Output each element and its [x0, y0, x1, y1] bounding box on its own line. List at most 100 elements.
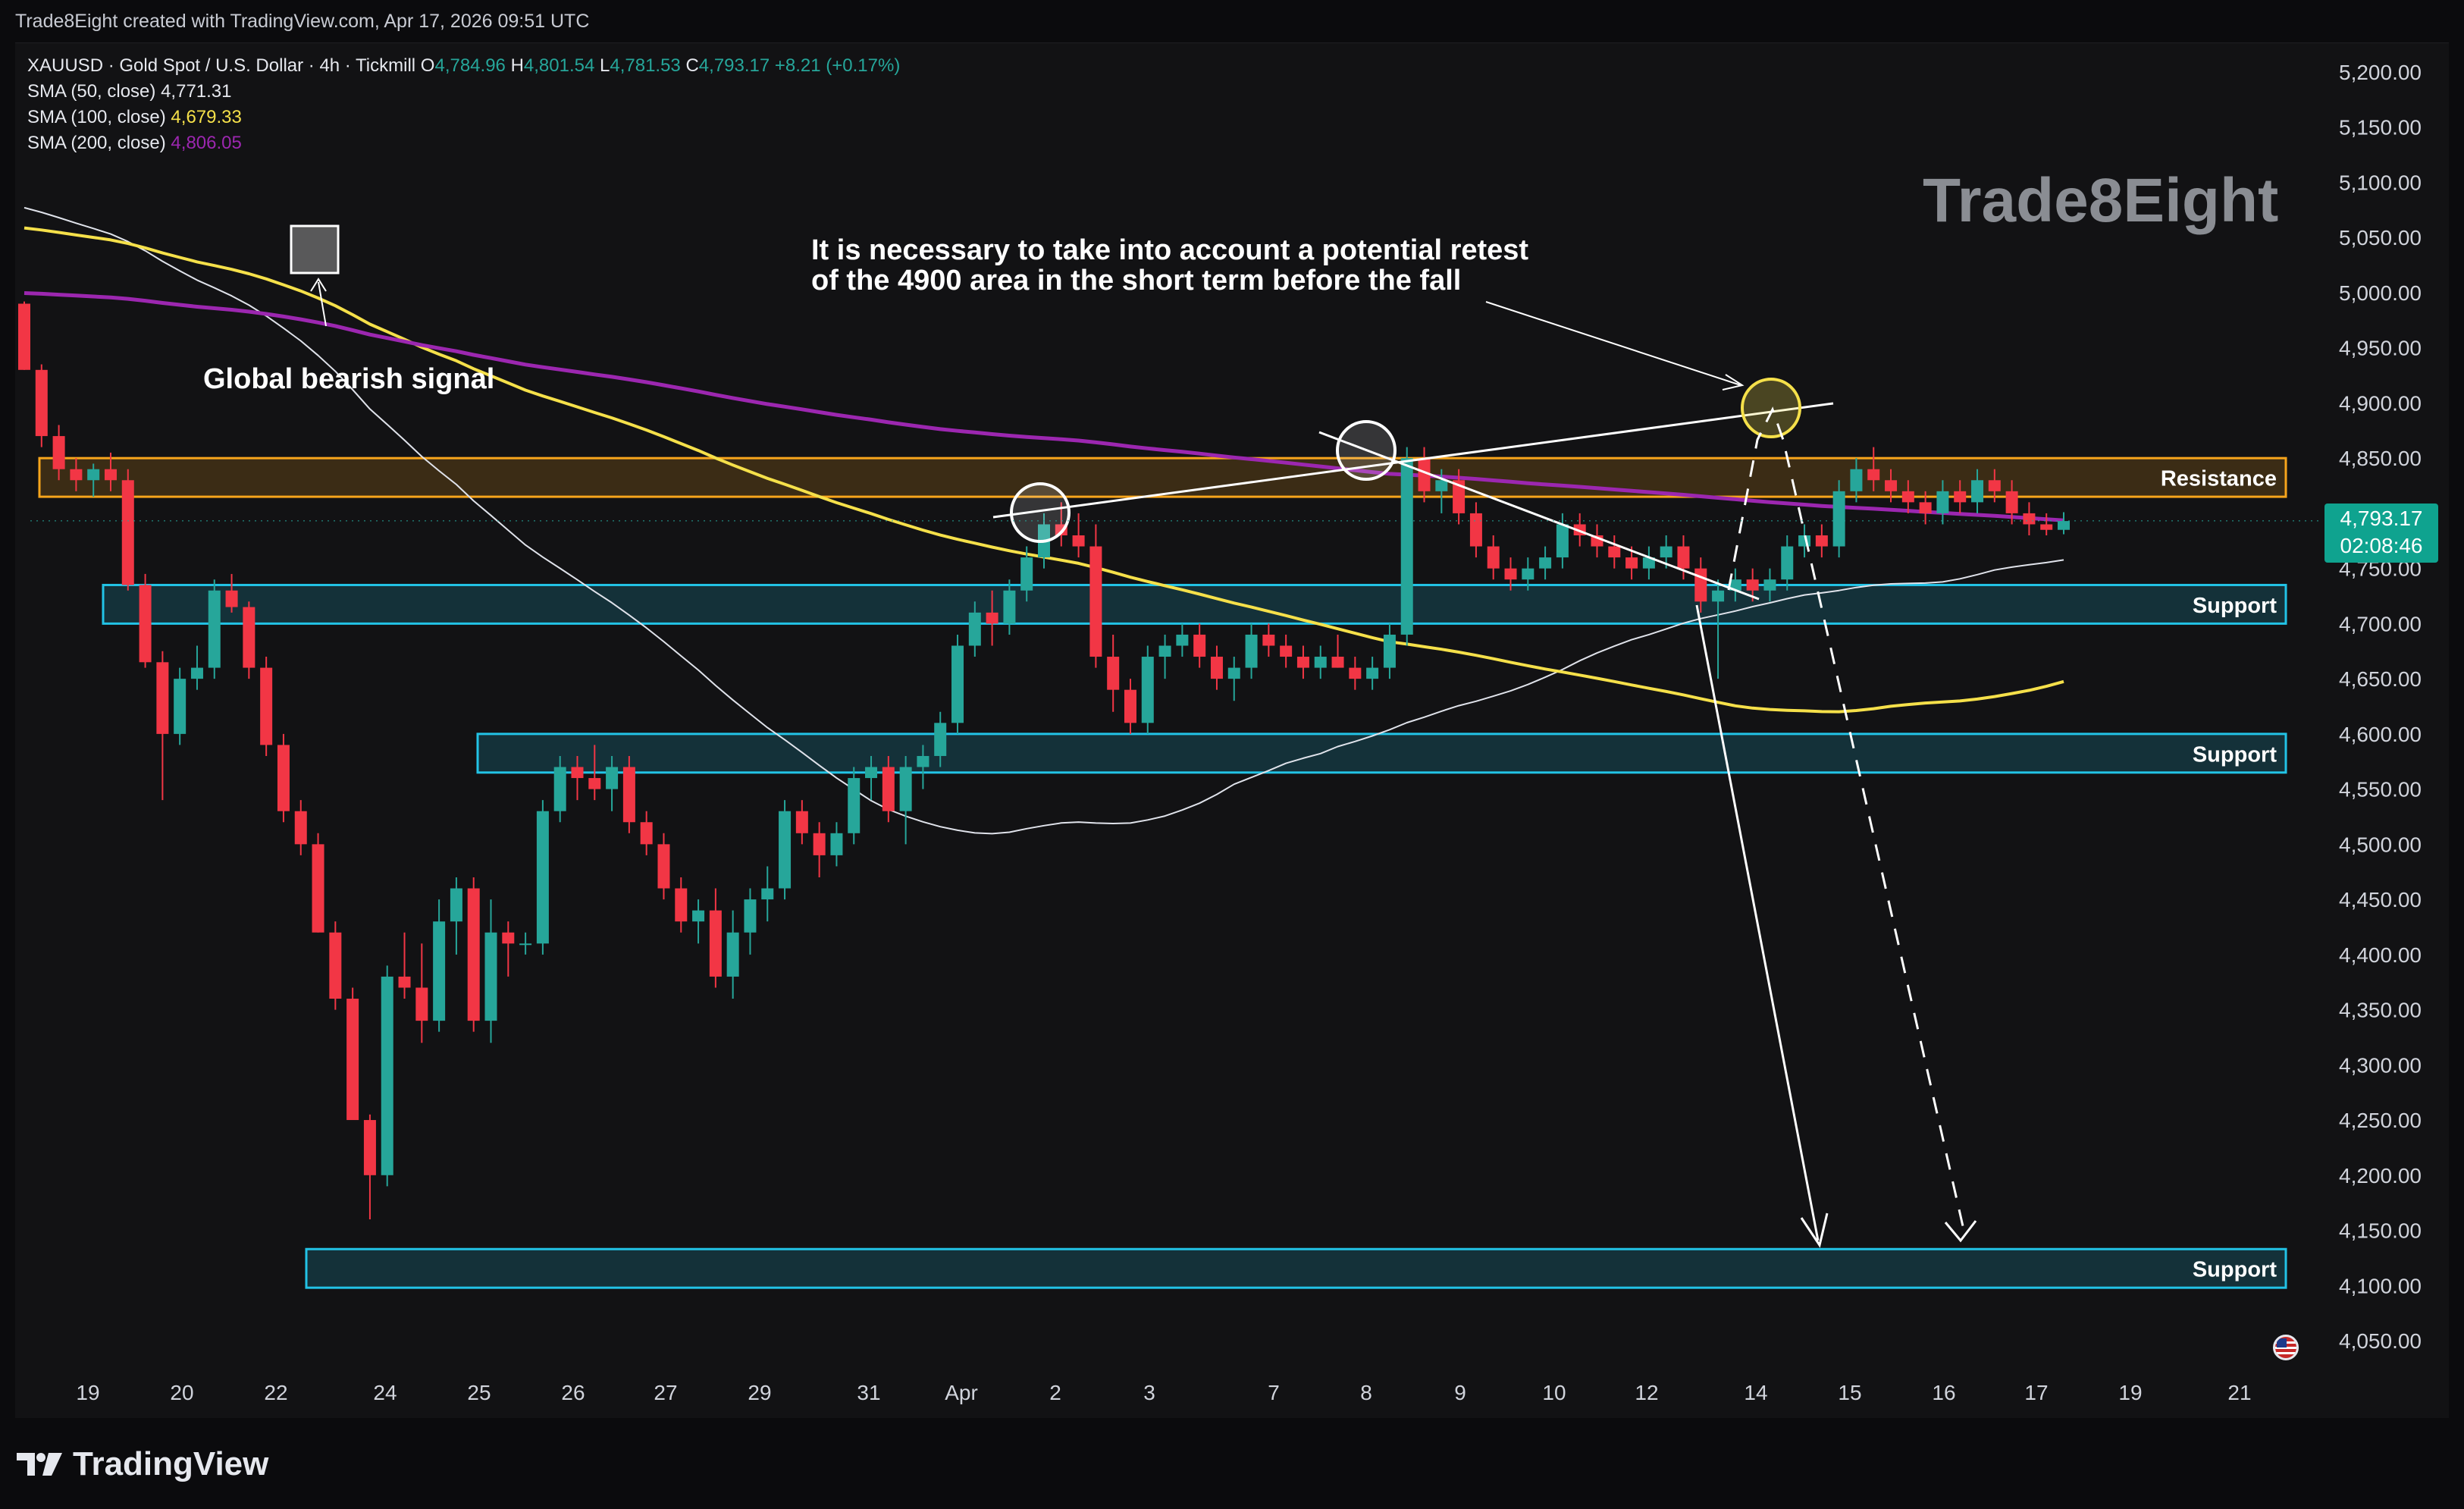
legend-sma200-value: 4,806.05	[171, 133, 242, 153]
candle-body	[1919, 502, 1932, 513]
legend-sma50-row[interactable]: SMA (50, close) 4,771.31	[27, 79, 900, 105]
candle-body	[1193, 634, 1206, 657]
candle-body	[260, 667, 273, 745]
candle-body	[433, 921, 446, 1021]
candle	[1314, 645, 1327, 679]
candle-body	[917, 755, 929, 767]
candle	[726, 910, 739, 999]
x-tick-label: 15	[1838, 1381, 1861, 1404]
x-tick-label: 19	[2118, 1381, 2142, 1404]
legend-sma100-label: SMA (100, close)	[27, 107, 166, 127]
chart-legend[interactable]: XAUUSD · Gold Spot / U.S. Dollar · 4h · …	[27, 53, 900, 156]
tradingview-logo-text: TradingView	[73, 1445, 269, 1482]
candle	[121, 469, 134, 591]
candle-body	[726, 932, 739, 977]
candle	[830, 822, 843, 867]
legend-sma50-value: 4,771.31	[161, 81, 232, 102]
candle-body	[779, 811, 792, 889]
candle	[1176, 623, 1189, 657]
projection-arrow-solid	[1695, 604, 1820, 1241]
annotation-retest-line2: of the 4900 area in the short term befor…	[811, 265, 1461, 296]
legend-change: +8.21 (+0.17%)	[774, 55, 901, 76]
candle-body	[1539, 557, 1552, 569]
candle-body	[174, 679, 187, 734]
candle-body	[813, 833, 826, 855]
candle-body	[848, 778, 861, 833]
candle	[1227, 657, 1240, 701]
candle	[208, 579, 221, 679]
y-tick-label: 4,500.00	[2339, 833, 2422, 856]
candle-body	[1158, 645, 1171, 657]
bar-countdown: 02:08:46	[2340, 534, 2423, 557]
candle	[1591, 524, 1603, 558]
candle	[363, 1114, 376, 1219]
candle-body	[467, 888, 480, 1021]
zone-label-2: Support	[2193, 742, 2277, 767]
retest-circle	[1741, 378, 1801, 438]
candle-body	[2058, 521, 2070, 530]
candle	[1296, 645, 1309, 679]
candle	[1815, 524, 1828, 558]
candle-body	[1867, 469, 1880, 481]
candle	[675, 877, 688, 933]
candle	[2023, 502, 2036, 536]
candle-body	[1469, 513, 1482, 547]
candle-body	[1227, 667, 1240, 679]
candle-body	[865, 767, 878, 779]
candle-body	[1487, 546, 1500, 569]
brand-watermark: Trade8Eight	[1923, 166, 2279, 235]
x-tick-label: 17	[2024, 1381, 2048, 1404]
candle	[294, 800, 307, 855]
tradingview-logo[interactable]: TradingView	[17, 1445, 268, 1483]
candle	[484, 899, 497, 1043]
candle	[1331, 634, 1344, 668]
legend-symbol-row[interactable]: XAUUSD · Gold Spot / U.S. Dollar · 4h · …	[27, 53, 900, 79]
candle-body	[1625, 557, 1638, 569]
candle-body	[986, 612, 998, 624]
candle	[225, 573, 238, 613]
x-axis: 19 20 22 24 25 26 27 29 31 Apr 2 3 7 8 9 10 12 14 15 16 17 19…	[76, 1381, 2251, 1404]
candle	[1124, 679, 1136, 734]
y-tick-label: 4,200.00	[2339, 1164, 2422, 1187]
zone-label-1: Support	[2193, 594, 2277, 618]
candle	[779, 800, 792, 900]
candle	[519, 932, 532, 955]
candle-body	[121, 480, 134, 585]
candle	[1107, 634, 1120, 712]
candle-body	[1763, 579, 1776, 591]
candle	[277, 733, 290, 823]
us-flag-icon[interactable]	[2273, 1335, 2299, 1360]
candle-body	[1003, 590, 1016, 624]
y-tick-label: 4,400.00	[2339, 943, 2422, 967]
candle-body	[1141, 657, 1154, 723]
candle	[1072, 513, 1085, 558]
candle-body	[795, 811, 808, 833]
x-tick-label: 22	[264, 1381, 287, 1404]
candle-body	[622, 767, 635, 823]
candle-body	[1832, 491, 1845, 547]
x-tick-label: 3	[1143, 1381, 1155, 1404]
legend-symbol: XAUUSD · Gold Spot / U.S. Dollar · 4h · …	[27, 55, 416, 76]
candle	[899, 755, 912, 845]
legend-sma100-row[interactable]: SMA (100, close) 4,679.33	[27, 105, 900, 130]
x-tick-label: 31	[857, 1381, 880, 1404]
y-tick-label: 5,100.00	[2339, 171, 2422, 194]
legend-sma200-row[interactable]: SMA (200, close) 4,806.05	[27, 130, 900, 156]
candle	[1141, 645, 1154, 734]
candle	[329, 921, 342, 1010]
candle-body	[553, 767, 566, 811]
x-tick-label: 21	[2227, 1381, 2251, 1404]
candle-body	[1885, 480, 1898, 491]
candle	[260, 657, 273, 756]
y-tick-label: 4,150.00	[2339, 1219, 2422, 1243]
candle-body	[1176, 634, 1189, 646]
candle	[415, 943, 428, 1043]
candle	[502, 921, 515, 977]
candle-body	[398, 976, 411, 988]
candle-body	[1262, 634, 1275, 646]
candle-body	[312, 844, 324, 933]
candle-body	[1712, 590, 1725, 602]
candle	[1245, 623, 1258, 679]
zone-support-3	[305, 1247, 2287, 1289]
candle-body	[70, 469, 83, 481]
